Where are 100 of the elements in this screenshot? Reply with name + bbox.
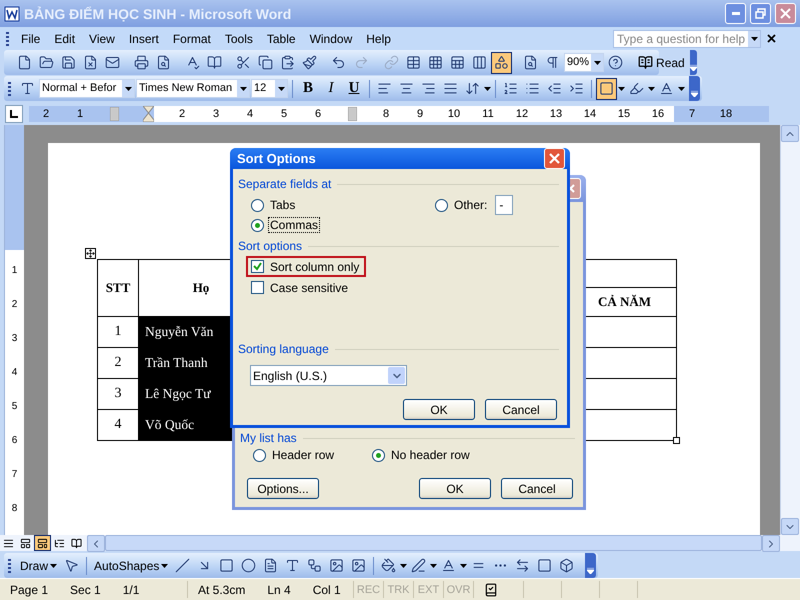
ruler-number: 3 bbox=[212, 108, 220, 120]
tab-selector[interactable] bbox=[5, 105, 23, 123]
column-marker-icon[interactable] bbox=[348, 107, 356, 121]
caret-icon bbox=[240, 86, 246, 90]
indent-marker-icon[interactable] bbox=[142, 106, 154, 122]
radio-button[interactable] bbox=[253, 448, 266, 462]
dialog-button[interactable]: Cancel bbox=[485, 399, 557, 420]
menu-item[interactable]: Format bbox=[166, 30, 218, 48]
dialog-button[interactable]: Cancel bbox=[501, 478, 573, 499]
ruler-number: 1 bbox=[76, 108, 84, 120]
ruler-number: 9 bbox=[416, 108, 424, 120]
checkbox[interactable] bbox=[251, 281, 264, 294]
restore-button[interactable] bbox=[750, 3, 771, 24]
toolbar-options-icon bbox=[691, 91, 698, 97]
scroll-up-button[interactable] bbox=[781, 125, 799, 142]
radio-option[interactable]: Tabs bbox=[251, 197, 435, 213]
toolbar-options-button[interactable] bbox=[690, 50, 697, 75]
close-icon[interactable] bbox=[767, 34, 776, 43]
caret-icon bbox=[460, 564, 468, 568]
ruler-number: 8 bbox=[12, 502, 18, 516]
menu-item[interactable]: Edit bbox=[47, 30, 82, 48]
drawing-toggle-icon[interactable] bbox=[491, 52, 512, 74]
font-combo[interactable]: Times New Roman bbox=[136, 79, 250, 98]
menu-item[interactable]: View bbox=[82, 30, 122, 48]
ruler-number: 15 bbox=[616, 108, 632, 120]
status-indicator: TRK bbox=[384, 581, 414, 598]
menu-item[interactable]: Tools bbox=[218, 30, 260, 48]
table-move-handle[interactable] bbox=[85, 248, 96, 259]
radio-button[interactable] bbox=[435, 198, 448, 212]
checkbox-option[interactable]: Sort column only bbox=[246, 256, 366, 277]
print-layout-icon[interactable] bbox=[34, 535, 51, 551]
ruler-number: 4 bbox=[246, 108, 254, 120]
bold-button[interactable]: B bbox=[297, 78, 319, 100]
ruler-number: 5 bbox=[12, 400, 18, 414]
dialog-button[interactable]: OK bbox=[403, 399, 475, 420]
minimize-icon bbox=[732, 12, 740, 15]
status-text: 1/1 bbox=[122, 582, 140, 596]
ruler-number: 7 bbox=[12, 468, 18, 482]
radio-button[interactable] bbox=[251, 198, 264, 212]
caret-icon bbox=[594, 60, 601, 64]
style-combo[interactable]: Normal + Befor bbox=[39, 79, 135, 98]
ruler-number: 10 bbox=[446, 108, 462, 120]
caret-icon bbox=[648, 86, 655, 90]
scroll-thumb[interactable] bbox=[105, 535, 762, 551]
scroll-down-button[interactable] bbox=[781, 518, 799, 535]
borders-icon[interactable] bbox=[596, 78, 617, 100]
book-icon bbox=[638, 55, 654, 70]
menu-item[interactable]: Insert bbox=[122, 30, 166, 48]
scroll-right-button[interactable] bbox=[762, 535, 780, 552]
caret-icon bbox=[400, 564, 408, 568]
status-text: Col 1 bbox=[312, 582, 341, 596]
caret-icon bbox=[678, 86, 685, 90]
font-size-combo[interactable]: 12 bbox=[251, 79, 288, 98]
zoom-combo[interactable]: 90% bbox=[564, 53, 604, 72]
dialog-button[interactable]: Options... bbox=[247, 478, 319, 499]
menu-item[interactable]: Window bbox=[302, 30, 360, 48]
ruler-number: 2 bbox=[178, 108, 186, 120]
menu-item[interactable]: Table bbox=[260, 30, 303, 48]
underline-button[interactable]: U bbox=[343, 78, 365, 100]
language-select[interactable]: English (U.S.) bbox=[250, 365, 407, 386]
other-separator-field[interactable]: - bbox=[495, 195, 514, 215]
status-text: Page 1 bbox=[10, 582, 48, 596]
minimize-button[interactable] bbox=[725, 3, 746, 24]
ruler-number: 6 bbox=[314, 108, 322, 120]
menu-item[interactable]: Help bbox=[359, 30, 398, 48]
dialog-button[interactable]: OK bbox=[419, 478, 491, 499]
table-header-cell: STT bbox=[98, 260, 138, 316]
radio-option[interactable]: Other: bbox=[435, 197, 490, 213]
close-button[interactable] bbox=[775, 3, 796, 24]
radio-button[interactable] bbox=[251, 218, 264, 232]
group-label: Separate fields at bbox=[238, 177, 332, 191]
italic-button[interactable]: I bbox=[320, 78, 342, 100]
close-icon bbox=[780, 8, 791, 19]
dialog-close-button[interactable] bbox=[544, 148, 565, 169]
help-search-field[interactable]: Type a question for help bbox=[613, 30, 761, 48]
caret-icon bbox=[430, 564, 438, 568]
radio-option[interactable]: No header row bbox=[372, 447, 472, 463]
ruler-number: 14 bbox=[582, 108, 598, 120]
read-button[interactable]: Read bbox=[634, 52, 689, 74]
column-marker-icon[interactable] bbox=[110, 107, 118, 121]
status-indicator: REC bbox=[354, 581, 384, 598]
table-resize-handle[interactable] bbox=[673, 437, 680, 444]
draw-menu-button[interactable]: Draw bbox=[17, 554, 60, 576]
ruler-number: 12 bbox=[514, 108, 530, 120]
checkbox[interactable] bbox=[251, 260, 264, 273]
radio-option[interactable]: Header row bbox=[253, 447, 372, 463]
tab-stop-icon bbox=[10, 110, 18, 118]
radio-button[interactable] bbox=[372, 448, 385, 462]
toolbar-options-button[interactable] bbox=[689, 76, 700, 101]
dialog-title: Sort Options bbox=[237, 151, 317, 166]
ruler-number: 6 bbox=[12, 434, 18, 448]
toolbar-options-button[interactable] bbox=[585, 553, 596, 578]
status-indicator: EXT bbox=[414, 581, 444, 598]
restore-icon bbox=[755, 8, 766, 19]
caret-icon bbox=[124, 86, 132, 90]
ruler-number: 18 bbox=[718, 108, 734, 120]
ruler-number: 8 bbox=[382, 108, 390, 120]
menu-item[interactable]: File bbox=[14, 30, 48, 48]
ruler-number: 1 bbox=[12, 264, 18, 278]
autoshapes-button[interactable]: AutoShapes bbox=[91, 554, 172, 576]
